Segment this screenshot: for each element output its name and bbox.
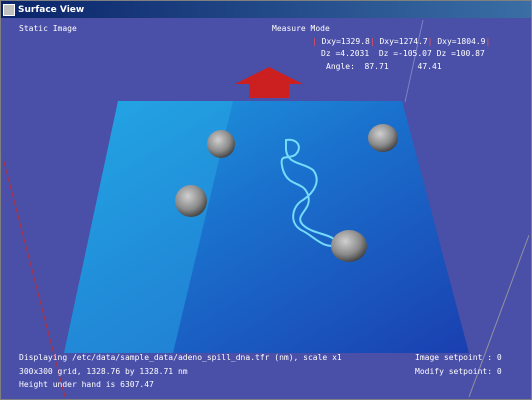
marker-red-4: | [485, 37, 491, 46]
displaying-status: Displaying /etc/data/sample_data/adeno_s… [19, 353, 342, 362]
dz-3: Dz =100.87 [436, 49, 485, 58]
dxy-2: Dxy=1274.7 [379, 37, 428, 46]
marker-red-2: | [369, 37, 375, 46]
static-image-label: Static Image [19, 24, 77, 33]
dz-1: Dz =4.2031 [321, 49, 370, 58]
height-status: Height under hand is 6307.47 [19, 380, 154, 389]
measure-mode-label: Measure Mode [272, 24, 330, 33]
dz-2: Dz =-105.07 [378, 49, 432, 58]
dxy-1: Dxy=1329.8 [321, 37, 370, 46]
angle-value-2: 47.41 [417, 62, 442, 71]
marker-red-3: | [427, 37, 433, 46]
particle-4 [331, 230, 367, 262]
title-bar[interactable]: Surface View [1, 1, 531, 18]
grid-status: 300x300 grid, 1328.76 by 1328.71 nm [19, 367, 188, 376]
angle-label: Angle: [326, 62, 355, 71]
surface-view-window: Surface View Static Image Measure Mode |… [0, 0, 532, 400]
up-arrow-icon [235, 67, 303, 98]
angle-value-1: 87.71 [364, 62, 389, 71]
angle-row: Angle: 87.71 47.41 [326, 62, 442, 72]
window-icon[interactable] [3, 3, 15, 16]
particle-2 [368, 124, 398, 152]
window-title: Surface View [18, 4, 85, 15]
marker-red-1: | [312, 37, 317, 46]
particle-1 [207, 130, 235, 158]
image-setpoint: Image setpoint : 0 [415, 353, 502, 362]
surface-canvas[interactable] [3, 20, 529, 397]
dxy-3: Dxy=1804.9 [437, 37, 486, 46]
surface-viewport[interactable]: Static Image Measure Mode | Dxy=1329.8| … [3, 20, 529, 397]
axis-line-top-right [404, 20, 424, 103]
particle-3 [175, 185, 207, 217]
dz-row: Dz =4.2031 Dz =-105.07 Dz =100.87 [321, 49, 485, 59]
dxy-row: | Dxy=1329.8| Dxy=1274.7| Dxy=1804.9| [312, 37, 490, 47]
modify-setpoint: Modify setpoint: 0 [415, 367, 502, 376]
